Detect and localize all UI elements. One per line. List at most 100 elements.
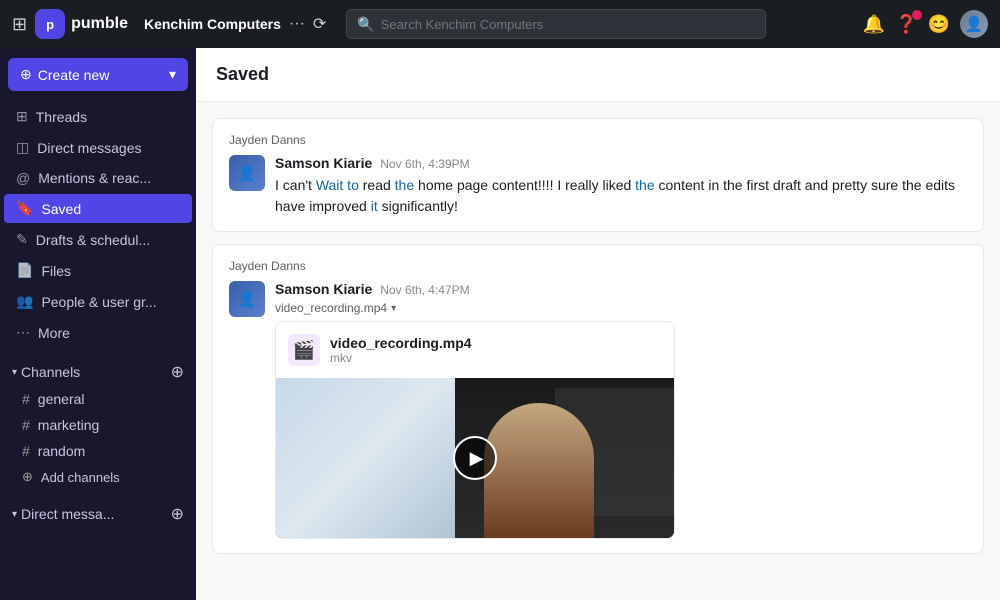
person-figure	[484, 403, 594, 538]
logo: p pumble	[35, 9, 128, 39]
add-channel-item[interactable]: ⊕ Add channels	[0, 464, 196, 490]
channel-item-general[interactable]: # general	[0, 386, 196, 412]
history-icon[interactable]: ⟳	[313, 14, 326, 34]
hash-icon: #	[22, 391, 30, 407]
emoji-icon[interactable]: 😊	[928, 14, 950, 35]
more-label: More	[38, 325, 70, 341]
app-name: pumble	[71, 15, 128, 33]
mentions-icon: @	[16, 170, 30, 186]
play-icon: ▶	[470, 448, 484, 469]
channel-general-label: general	[38, 391, 85, 407]
message-body-2: 👤 Samson Kiarie Nov 6th, 4:47PM video_re…	[229, 281, 967, 539]
chevron-down-icon: ▾	[169, 66, 176, 83]
sender-label-2: Jayden Danns	[229, 259, 967, 273]
drafts-label: Drafts & schedul...	[36, 232, 150, 248]
plus-icon: ⊕	[20, 66, 32, 83]
content-header: Saved	[196, 48, 1000, 102]
direct-messages-label: Direct messages	[37, 140, 141, 156]
content-area: Saved Jayden Danns 👤 Samson Kiarie Nov 6…	[196, 48, 1000, 600]
video-icon: 🎬	[288, 334, 320, 366]
drafts-icon: ✎	[16, 231, 28, 248]
help-icon[interactable]: ❓	[895, 14, 917, 35]
highlight-1c: the	[635, 177, 654, 193]
dropdown-arrow-icon[interactable]: ▾	[391, 303, 396, 314]
message-content-2: Samson Kiarie Nov 6th, 4:47PM video_reco…	[275, 281, 967, 539]
channel-item-random[interactable]: # random	[0, 438, 196, 464]
highlight-1b: the	[395, 177, 414, 193]
message-card-2: Jayden Danns 👤 Samson Kiarie Nov 6th, 4:…	[212, 244, 984, 554]
threads-icon: ⊞	[16, 108, 28, 125]
message-author-2: Samson Kiarie	[275, 281, 372, 297]
messages-area: Jayden Danns 👤 Samson Kiarie Nov 6th, 4:…	[196, 102, 1000, 600]
message-time-2: Nov 6th, 4:47PM	[380, 283, 469, 297]
sidebar-item-drafts[interactable]: ✎ Drafts & schedul...	[4, 225, 192, 254]
channels-section-header[interactable]: ▾ Channels ⊕	[0, 352, 196, 386]
dm-section-label: Direct messa...	[21, 506, 114, 522]
channels-collapse-icon: ▾	[12, 367, 17, 378]
channel-random-label: random	[38, 443, 85, 459]
sidebar-item-more[interactable]: ⋯ More	[4, 318, 192, 347]
channels-section-label: Channels	[21, 364, 80, 380]
workspace-dots[interactable]: ···	[289, 15, 305, 33]
main-layout: ⊕ Create new ▾ ⊞ Threads ◫ Direct messag…	[0, 48, 1000, 600]
sidebar-item-files[interactable]: 📄 Files	[4, 256, 192, 285]
thumbnail-bg-left	[276, 378, 455, 538]
attachment-label: video_recording.mp4 ▾	[275, 301, 967, 315]
video-filename: video_recording.mp4	[330, 335, 472, 351]
message-text-1: I can't Wait to read the home page conte…	[275, 175, 967, 217]
sidebar: ⊕ Create new ▾ ⊞ Threads ◫ Direct messag…	[0, 48, 196, 600]
people-label: People & user gr...	[41, 294, 156, 310]
saved-label: Saved	[41, 201, 81, 217]
saved-icon: 🔖	[16, 200, 33, 217]
sidebar-item-direct-messages[interactable]: ◫ Direct messages	[4, 133, 192, 162]
add-channel-icon[interactable]: ⊕	[171, 362, 184, 382]
hash-icon: #	[22, 417, 30, 433]
sidebar-item-people[interactable]: 👥 People & user gr...	[4, 287, 192, 316]
page-title: Saved	[216, 64, 980, 85]
search-bar[interactable]: 🔍	[346, 9, 766, 39]
user-avatar[interactable]: 👤	[960, 10, 988, 38]
video-info: video_recording.mp4 mkv	[330, 335, 472, 365]
hash-icon: #	[22, 443, 30, 459]
highlight-1d: it	[371, 198, 378, 214]
message-body-1: 👤 Samson Kiarie Nov 6th, 4:39PM I can't …	[229, 155, 967, 217]
topbar-right: 🔔 ❓ 😊 👤	[863, 10, 988, 38]
add-dm-icon[interactable]: ⊕	[171, 504, 184, 524]
direct-messages-section-header[interactable]: ▾ Direct messa... ⊕	[0, 494, 196, 528]
files-label: Files	[41, 263, 71, 279]
threads-label: Threads	[36, 109, 87, 125]
message-card-1: Jayden Danns 👤 Samson Kiarie Nov 6th, 4:…	[212, 118, 984, 232]
files-icon: 📄	[16, 262, 33, 279]
attachment-filename: video_recording.mp4	[275, 301, 387, 315]
logo-icon: p	[35, 9, 65, 39]
more-icon: ⋯	[16, 324, 30, 341]
sidebar-item-mentions[interactable]: @ Mentions & reac...	[4, 164, 192, 192]
message-author-1: Samson Kiarie	[275, 155, 372, 171]
mentions-label: Mentions & reac...	[38, 170, 151, 186]
message-content-1: Samson Kiarie Nov 6th, 4:39PM I can't Wa…	[275, 155, 967, 217]
video-attachment[interactable]: 🎬 video_recording.mp4 mkv	[275, 321, 675, 539]
sidebar-item-threads[interactable]: ⊞ Threads	[4, 102, 192, 131]
create-new-button[interactable]: ⊕ Create new ▾	[8, 58, 188, 91]
avatar-1: 👤	[229, 155, 265, 191]
grid-icon[interactable]: ⊞	[12, 14, 27, 35]
add-channel-plus-icon: ⊕	[22, 469, 33, 485]
sender-label-1: Jayden Danns	[229, 133, 967, 147]
channel-item-marketing[interactable]: # marketing	[0, 412, 196, 438]
video-header: 🎬 video_recording.mp4 mkv	[276, 322, 674, 378]
bell-icon[interactable]: 🔔	[863, 14, 885, 35]
sidebar-item-saved[interactable]: 🔖 Saved	[4, 194, 192, 223]
create-new-label: Create new	[38, 67, 110, 83]
video-thumbnail[interactable]: ▶	[276, 378, 674, 538]
topbar: ⊞ p pumble Kenchim Computers ··· ⟳ 🔍 🔔 ❓…	[0, 0, 1000, 48]
search-input[interactable]	[381, 17, 756, 32]
people-icon: 👥	[16, 293, 33, 310]
direct-messages-icon: ◫	[16, 139, 29, 156]
message-time-1: Nov 6th, 4:39PM	[380, 157, 469, 171]
highlight-1a: Wait to	[316, 177, 359, 193]
channel-marketing-label: marketing	[38, 417, 99, 433]
workspace-name[interactable]: Kenchim Computers	[144, 16, 281, 32]
message-header-1: Samson Kiarie Nov 6th, 4:39PM	[275, 155, 967, 171]
play-button[interactable]: ▶	[453, 436, 497, 480]
search-icon: 🔍	[357, 16, 374, 33]
